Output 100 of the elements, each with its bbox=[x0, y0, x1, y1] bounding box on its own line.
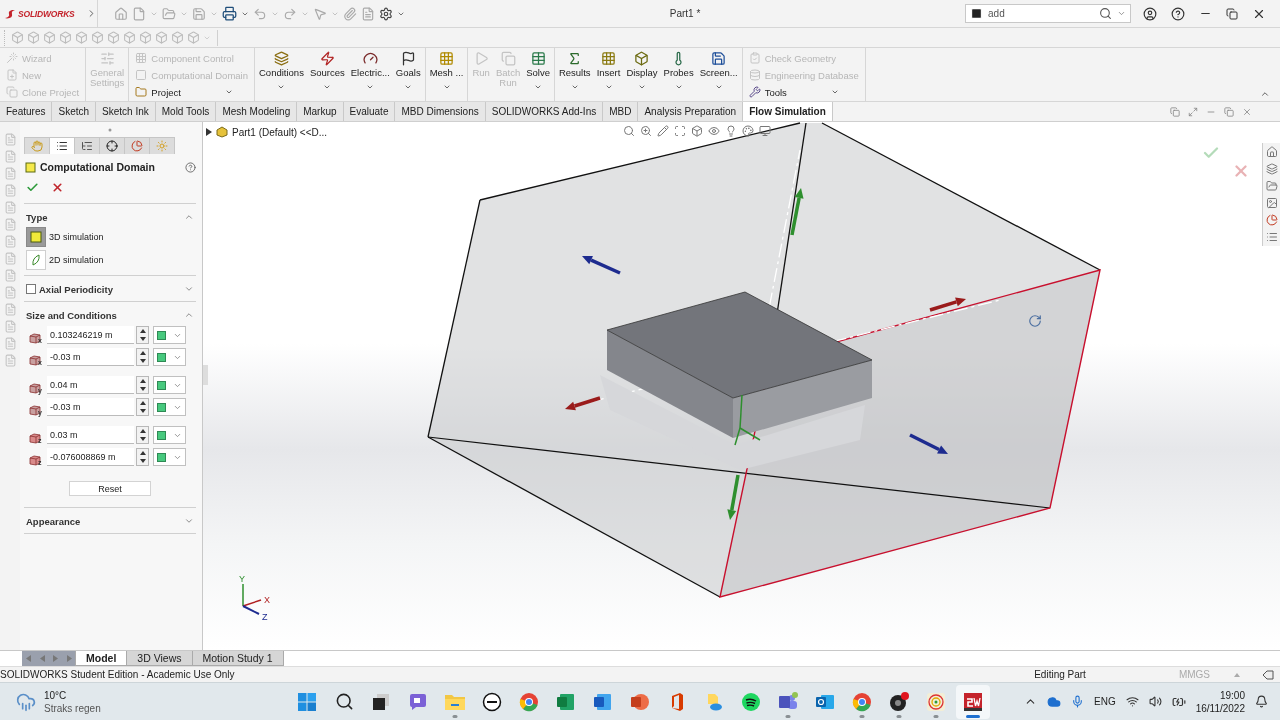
bulb-icon[interactable] bbox=[725, 125, 737, 137]
ok-icon[interactable] bbox=[26, 181, 39, 194]
spin-control[interactable] bbox=[136, 348, 149, 366]
caret-icon[interactable] bbox=[366, 83, 375, 91]
caret-icon[interactable] bbox=[570, 83, 579, 91]
ribbon-button[interactable]: Project bbox=[133, 84, 250, 100]
panel-tab[interactable] bbox=[74, 137, 100, 154]
save-icon[interactable] bbox=[192, 6, 206, 21]
spin-control[interactable] bbox=[136, 376, 149, 394]
image-icon[interactable] bbox=[1265, 197, 1278, 209]
command-tab[interactable]: Sketch bbox=[52, 102, 97, 121]
cloud-icon[interactable] bbox=[1047, 694, 1061, 709]
spin-control[interactable] bbox=[136, 398, 149, 416]
dependency-dropdown[interactable] bbox=[153, 326, 186, 344]
dependency-dropdown[interactable] bbox=[153, 348, 186, 366]
spin-control[interactable] bbox=[136, 326, 149, 344]
caret-icon[interactable] bbox=[277, 83, 286, 91]
maximize-icon[interactable] bbox=[1188, 106, 1198, 117]
value-field[interactable]: -0.03 m bbox=[47, 348, 134, 366]
spin-up-button[interactable] bbox=[137, 327, 148, 335]
notification-icon[interactable] bbox=[1255, 695, 1268, 708]
reset-button[interactable]: Reset bbox=[69, 481, 151, 496]
caret-icon[interactable] bbox=[534, 83, 543, 91]
clock-time[interactable]: 19:00 bbox=[1219, 688, 1245, 702]
expand-arrow-icon[interactable] bbox=[206, 128, 212, 136]
spin-down-button[interactable] bbox=[137, 407, 148, 415]
command-tab[interactable]: Mold Tools bbox=[155, 102, 217, 121]
caret-icon[interactable] bbox=[1234, 672, 1240, 677]
paperclip-icon[interactable] bbox=[343, 6, 357, 21]
spin-up-button[interactable] bbox=[137, 377, 148, 385]
print-icon[interactable] bbox=[222, 6, 237, 21]
tile-icon[interactable] bbox=[1170, 106, 1180, 117]
view-tab[interactable]: Model bbox=[75, 651, 128, 666]
taskbar-button[interactable] bbox=[956, 684, 990, 719]
value-field[interactable]: 0.103246219 m bbox=[47, 326, 134, 344]
checkbox[interactable] bbox=[26, 284, 36, 294]
palette-icon[interactable] bbox=[742, 125, 754, 137]
spin-up-button[interactable] bbox=[137, 349, 148, 357]
list-icon[interactable] bbox=[1265, 231, 1278, 243]
caret-icon[interactable] bbox=[714, 83, 723, 91]
command-tab[interactable]: MBD Dimensions bbox=[395, 102, 486, 121]
pie-icon[interactable] bbox=[1265, 214, 1278, 226]
command-tab[interactable]: SOLIDWORKS Add-Ins bbox=[485, 102, 604, 121]
value-field[interactable]: 0.04 m bbox=[47, 376, 134, 394]
dependency-dropdown[interactable] bbox=[153, 398, 186, 416]
caret-icon[interactable] bbox=[1117, 9, 1126, 18]
ribbon-button[interactable]: Conditions bbox=[256, 49, 307, 100]
search-field[interactable]: add bbox=[965, 4, 1131, 23]
option-button[interactable] bbox=[26, 227, 46, 247]
volume-icon[interactable] bbox=[1148, 695, 1162, 708]
layers-icon[interactable] bbox=[1265, 163, 1278, 175]
option-button[interactable] bbox=[26, 250, 46, 270]
open-folder-icon[interactable] bbox=[162, 6, 176, 21]
spin-down-button[interactable] bbox=[137, 435, 148, 443]
panel-tab[interactable] bbox=[49, 137, 75, 154]
command-tab[interactable]: Sketch Ink bbox=[96, 102, 156, 121]
collapse-icon[interactable] bbox=[1260, 89, 1270, 99]
expand-icon[interactable] bbox=[184, 284, 194, 294]
monitor-icon[interactable] bbox=[759, 125, 771, 137]
ribbon-button[interactable]: Probes bbox=[660, 49, 697, 100]
microphone-icon[interactable] bbox=[1071, 695, 1084, 708]
spin-down-button[interactable] bbox=[137, 385, 148, 393]
ribbon-button[interactable]: Sources bbox=[306, 49, 348, 100]
folder-icon[interactable] bbox=[1265, 180, 1278, 192]
view-tab[interactable]: Motion Study 1 bbox=[191, 651, 284, 666]
tag-icon[interactable] bbox=[1262, 669, 1274, 680]
spin-up-button[interactable] bbox=[137, 399, 148, 407]
caret-icon[interactable] bbox=[637, 83, 646, 91]
command-tab[interactable]: Markup bbox=[297, 102, 344, 121]
ribbon-button[interactable]: Tools bbox=[746, 84, 861, 100]
grip-icon[interactable] bbox=[108, 127, 112, 132]
spin-down-button[interactable] bbox=[137, 335, 148, 343]
dependency-dropdown[interactable] bbox=[153, 426, 186, 444]
collapse-icon[interactable] bbox=[184, 310, 194, 320]
caret-icon[interactable] bbox=[224, 88, 233, 96]
weather-icon[interactable] bbox=[16, 691, 36, 712]
command-tab[interactable]: Analysis Preparation bbox=[638, 102, 744, 121]
ribbon-button[interactable]: Results bbox=[555, 49, 594, 100]
redo-icon[interactable] bbox=[283, 6, 297, 21]
language-indicator[interactable]: ENG bbox=[1094, 696, 1116, 707]
caret-icon[interactable] bbox=[323, 83, 332, 91]
command-tab[interactable]: Mesh Modeling bbox=[216, 102, 298, 121]
ribbon-button[interactable]: Goals bbox=[392, 49, 424, 100]
command-tab[interactable]: Features bbox=[0, 102, 53, 121]
help-icon[interactable] bbox=[1171, 6, 1185, 21]
wifi-icon[interactable] bbox=[1125, 695, 1139, 708]
tree-item[interactable]: Part1 (Default) <<D... bbox=[232, 126, 328, 138]
splitter-handle[interactable] bbox=[203, 365, 208, 385]
caret-icon[interactable] bbox=[674, 83, 683, 91]
restore-icon[interactable] bbox=[1226, 7, 1238, 20]
pointer-icon[interactable] bbox=[313, 6, 327, 21]
ribbon-button[interactable]: Display bbox=[623, 49, 661, 100]
caret-icon[interactable] bbox=[604, 83, 613, 91]
value-field[interactable]: -0.076008869 m bbox=[47, 448, 134, 466]
ribbon-button[interactable]: Insert bbox=[593, 49, 624, 100]
spin-control[interactable] bbox=[136, 448, 149, 466]
pencil-icon[interactable] bbox=[657, 125, 669, 137]
spin-up-button[interactable] bbox=[137, 427, 148, 435]
cube-icon[interactable] bbox=[691, 125, 703, 137]
command-tab[interactable]: Evaluate bbox=[343, 102, 396, 121]
